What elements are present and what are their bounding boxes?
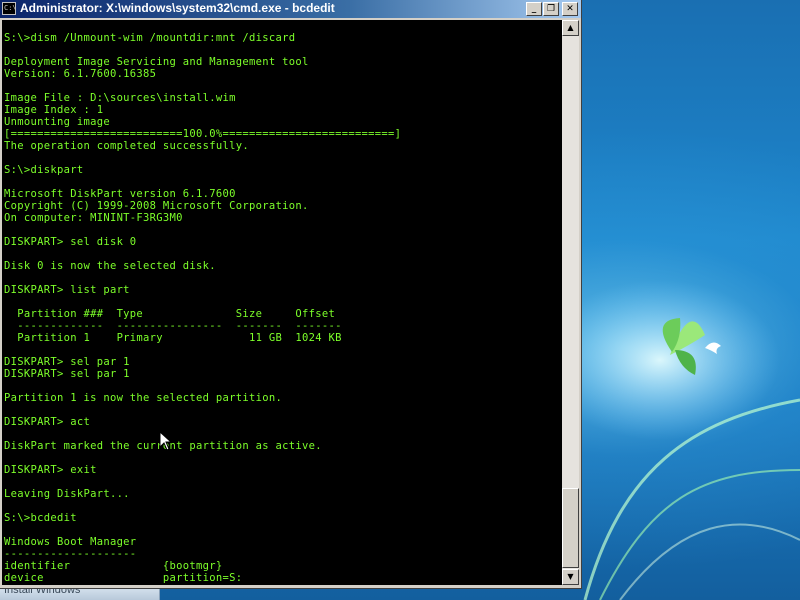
console-line: Leaving DiskPart... <box>4 488 130 500</box>
console-line: device partition=S: <box>4 572 243 584</box>
wallpaper-stem-2 <box>599 469 800 600</box>
console-line: identifier {bootmgr} <box>4 560 223 572</box>
console-line: S:\>dism /Unmount-wim /mountdir:mnt /dis… <box>4 32 296 44</box>
console-line: The operation completed successfully. <box>4 140 249 152</box>
console-output[interactable]: S:\>dism /Unmount-wim /mountdir:mnt /dis… <box>2 20 562 585</box>
console-text: S:\>dism /Unmount-wim /mountdir:mnt /dis… <box>2 20 562 584</box>
console-line: On computer: MININT-F3RG3M0 <box>4 212 183 224</box>
console-line: Copyright (C) 1999-2008 Microsoft Corpor… <box>4 200 309 212</box>
console-line: DISKPART> act <box>4 416 91 428</box>
console-line: Deployment Image Servicing and Managemen… <box>4 56 309 68</box>
console-line: [==========================100.0%=======… <box>4 128 402 140</box>
window-title: Administrator: X:\windows\system32\cmd.e… <box>20 1 335 15</box>
console-line: -------------------- <box>4 548 137 560</box>
console-line: Disk 0 is now the selected disk. <box>4 260 216 272</box>
console-line: Microsoft DiskPart version 6.1.7600 <box>4 188 236 200</box>
scroll-thumb[interactable] <box>562 488 579 568</box>
console-line: S:\>bcdedit <box>4 512 77 524</box>
close-button[interactable]: ✕ <box>562 2 578 16</box>
console-line: Unmounting image <box>4 116 110 128</box>
console-line: ------------- ---------------- ------- -… <box>4 320 342 332</box>
scroll-up-button[interactable]: ▲ <box>562 20 579 36</box>
console-line: Partition 1 is now the selected partitio… <box>4 392 283 404</box>
console-line: Version: 6.1.7600.16385 <box>4 68 157 80</box>
console-line: DISKPART> sel par 1 <box>4 356 130 368</box>
vertical-scrollbar[interactable]: ▲ ▼ <box>562 20 579 585</box>
console-line: DISKPART> sel par 1 <box>4 368 130 380</box>
console-line: DISKPART> sel disk 0 <box>4 236 137 248</box>
console-line: Windows Boot Manager <box>4 536 137 548</box>
restore-button[interactable]: ❐ <box>543 2 559 16</box>
scroll-down-button[interactable]: ▼ <box>562 569 579 585</box>
console-line: S:\>diskpart <box>4 164 84 176</box>
console-line: Image File : D:\sources\install.wim <box>4 92 236 104</box>
console-line: DiskPart marked the current partition as… <box>4 440 322 452</box>
mouse-cursor-icon <box>159 431 173 451</box>
console-line: Image Index : 1 <box>4 104 104 116</box>
wallpaper-stem-3 <box>619 523 800 600</box>
console-line: DISKPART> list part <box>4 284 130 296</box>
console-line: Partition 1 Primary 11 GB 1024 KB <box>4 332 342 344</box>
console-line: DISKPART> exit <box>4 464 97 476</box>
title-bar[interactable]: C:\ Administrator: X:\windows\system32\c… <box>0 0 581 18</box>
minimize-button[interactable]: _ <box>526 2 542 16</box>
cmd-window: C:\ Administrator: X:\windows\system32\c… <box>0 0 582 589</box>
console-line: Partition ### Type Size Offset <box>4 308 336 320</box>
cmd-icon[interactable]: C:\ <box>2 2 17 15</box>
